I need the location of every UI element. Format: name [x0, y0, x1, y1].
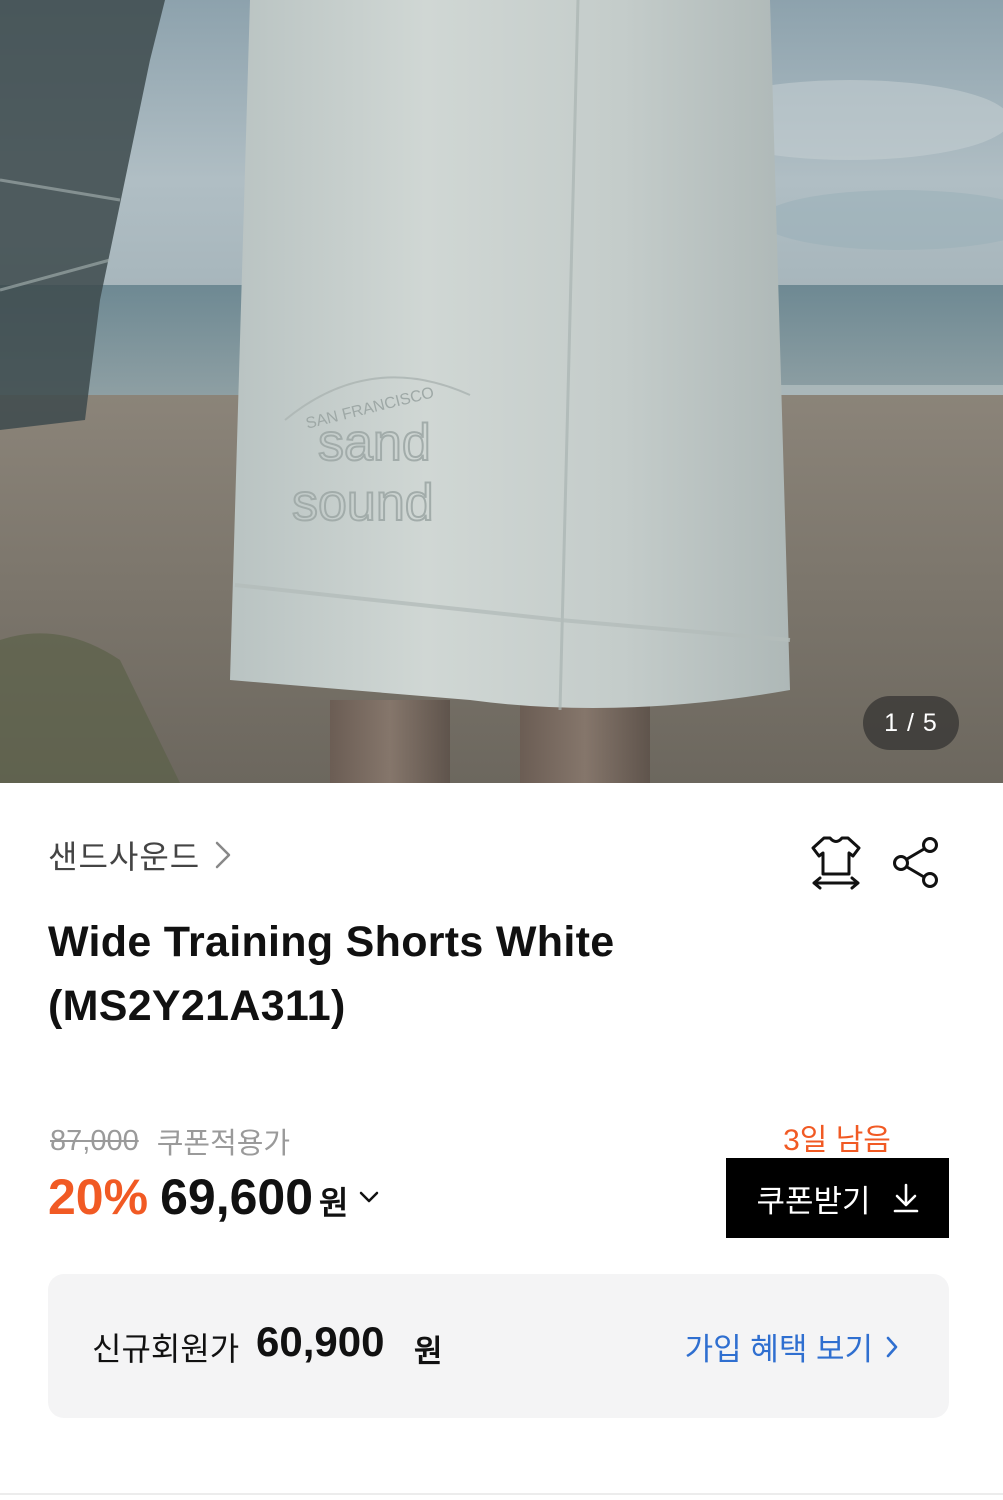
section-divider: [0, 1493, 1003, 1495]
join-benefits-link[interactable]: 가입 혜택 보기: [685, 1324, 899, 1369]
new-member-currency: 원: [414, 1334, 443, 1369]
product-photo: SAN FRANCISCO sand sound: [0, 0, 1003, 783]
chevron-right-icon: [215, 841, 231, 869]
tshirt-size-icon: [811, 836, 861, 890]
new-member-label: 신규회원가: [92, 1331, 240, 1367]
product-image-gallery[interactable]: SAN FRANCISCO sand sound 1 / 5: [0, 0, 1003, 783]
product-title-line1: Wide Training Shorts White: [48, 918, 615, 966]
new-member-price-box: 신규회원가 60,900 원 가입 혜택 보기: [48, 1274, 949, 1418]
image-counter: 1 / 5: [863, 696, 959, 750]
discount-rate: 20%: [48, 1169, 149, 1225]
get-coupon-label: 쿠폰받기: [756, 1183, 871, 1219]
price-details-toggle[interactable]: 20% 69,600 원: [48, 1168, 380, 1226]
product-title: Wide Training Shorts White (MS2Y21A311): [48, 910, 748, 1038]
original-price-row: 87,000 쿠폰적용가: [50, 1120, 290, 1162]
join-benefits-label: 가입 혜택 보기: [684, 1332, 873, 1367]
size-guide-button[interactable]: [806, 832, 866, 892]
sale-price: 69,600: [160, 1169, 314, 1225]
embroidery-line2-text: sound: [292, 474, 434, 532]
share-icon: [893, 837, 938, 888]
coupon-days-left: 3일 남음: [783, 1124, 891, 1157]
original-price: 87,000: [50, 1124, 139, 1157]
share-button[interactable]: [886, 832, 946, 892]
sale-price-currency: 원: [319, 1185, 349, 1221]
coupon-price-label: 쿠폰적용가: [156, 1128, 291, 1160]
chevron-down-icon: [360, 1191, 379, 1203]
new-member-price: 60,900: [256, 1318, 385, 1365]
product-title-line2: (MS2Y21A311): [48, 982, 346, 1030]
embroidery-line1-text: sand: [318, 414, 431, 472]
brand-link[interactable]: 샌드사운드: [48, 832, 232, 878]
chevron-right-icon: [886, 1336, 898, 1357]
brand-name: 샌드사운드: [48, 839, 201, 875]
download-icon: [893, 1183, 918, 1213]
get-coupon-button[interactable]: 쿠폰받기: [726, 1158, 949, 1238]
